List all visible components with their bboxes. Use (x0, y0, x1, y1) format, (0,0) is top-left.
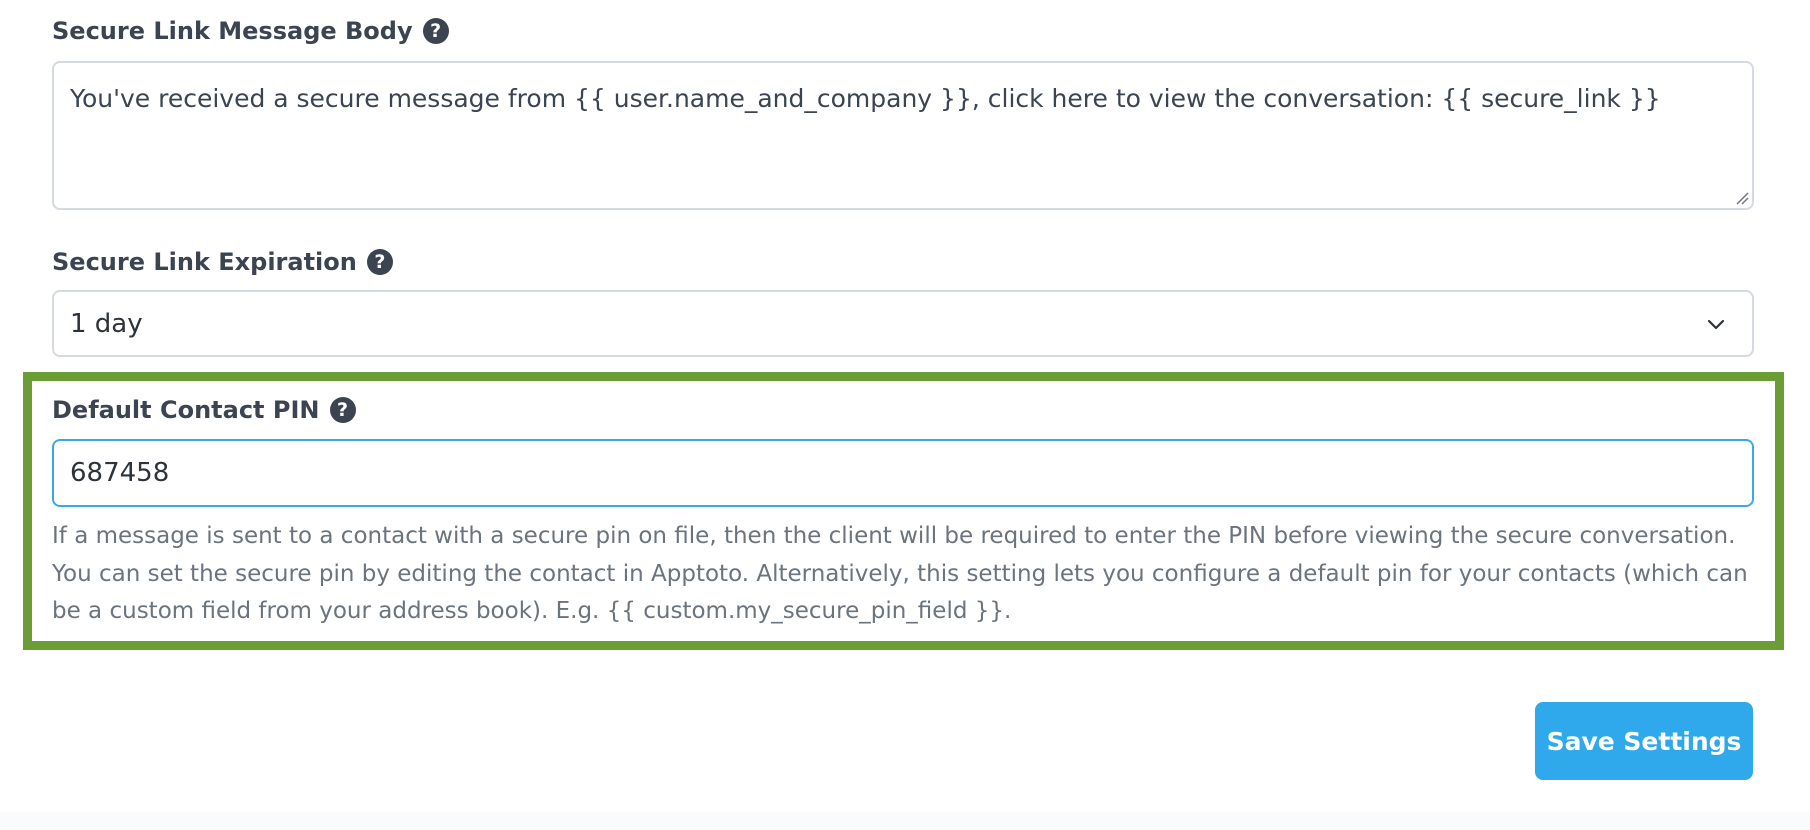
expiration-label: Secure Link Expiration (52, 248, 357, 276)
page-footer-strip (0, 812, 1810, 830)
expiration-select[interactable]: 1 day (52, 290, 1754, 357)
message-body-label: Secure Link Message Body (52, 17, 413, 45)
question-circle-icon[interactable]: ? (366, 249, 393, 275)
pin-label-row: Default Contact PIN ? (52, 395, 356, 425)
resize-grip-icon[interactable] (1735, 191, 1749, 205)
expiration-selected-value: 1 day (70, 308, 143, 339)
chevron-down-icon (1707, 319, 1725, 329)
default-pin-value: 687458 (70, 458, 170, 488)
default-pin-input[interactable]: 687458 (52, 439, 1754, 507)
save-settings-button[interactable]: Save Settings (1535, 702, 1753, 780)
pin-label: Default Contact PIN (52, 396, 320, 424)
message-body-textarea[interactable]: You've received a secure message from {{… (52, 61, 1754, 210)
question-circle-icon[interactable]: ? (329, 397, 356, 423)
message-body-label-row: Secure Link Message Body ? (52, 16, 449, 46)
expiration-label-row: Secure Link Expiration ? (52, 247, 393, 277)
message-body-text: You've received a secure message from {{… (70, 84, 1661, 113)
pin-help-text: If a message is sent to a contact with a… (52, 523, 1748, 624)
question-circle-icon[interactable]: ? (422, 18, 449, 44)
